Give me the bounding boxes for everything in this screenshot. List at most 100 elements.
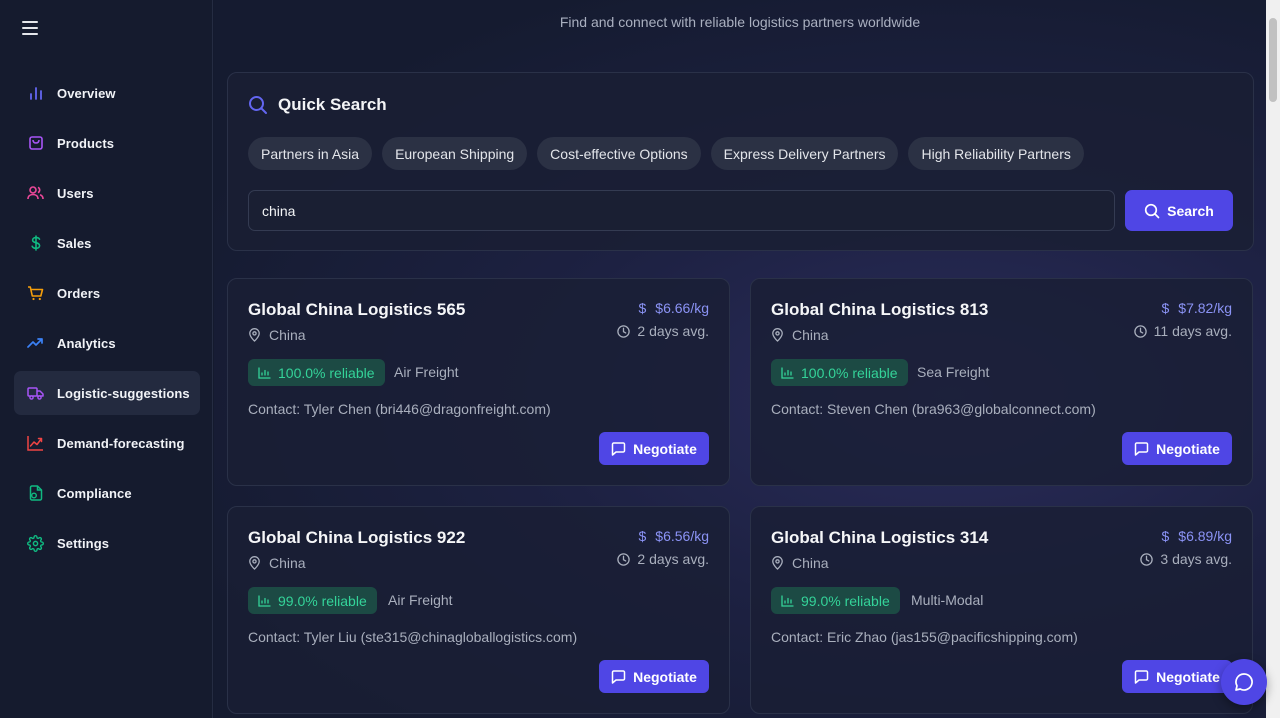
location-label: China [269, 555, 306, 571]
partner-location: China [771, 555, 829, 571]
reliability-label: 100.0% reliable [801, 364, 898, 381]
search-input[interactable] [248, 190, 1115, 231]
negotiate-label: Negotiate [633, 668, 697, 685]
partner-name: Global China Logistics 813 [771, 300, 989, 319]
partner-card: Global China Logistics 314 China $ $6.89… [750, 506, 1253, 714]
partner-eta: 2 days avg. [617, 551, 709, 567]
negotiate-label: Negotiate [633, 440, 697, 457]
message-icon [1134, 441, 1149, 456]
sidebar-item-logistic-suggestions[interactable]: Logistic-suggestions [14, 371, 200, 415]
sidebar-item-orders[interactable]: Orders [14, 271, 200, 315]
negotiate-button[interactable]: Negotiate [1122, 432, 1232, 465]
chip-express-delivery-partners[interactable]: Express Delivery Partners [710, 137, 899, 170]
sidebar-item-analytics[interactable]: Analytics [14, 321, 200, 365]
chip-european-shipping[interactable]: European Shipping [382, 137, 528, 170]
bar-chart-icon [258, 366, 271, 379]
file-check-icon [27, 485, 44, 502]
negotiate-label: Negotiate [1156, 440, 1220, 457]
sidebar-item-compliance[interactable]: Compliance [14, 471, 200, 515]
clock-icon [1133, 324, 1147, 338]
clock-icon [1140, 552, 1154, 566]
search-icon [248, 95, 268, 115]
partner-eta: 3 days avg. [1140, 551, 1232, 567]
partner-contact: Contact: Eric Zhao (jas155@pacificshippi… [771, 629, 1078, 645]
bar-chart-icon [781, 594, 794, 607]
clock-icon [617, 552, 631, 566]
partner-price: $ $6.89/kg [1161, 528, 1232, 544]
chat-bubble-icon [1234, 672, 1254, 692]
message-icon [611, 441, 626, 456]
eta-label: 2 days avg. [637, 323, 709, 339]
chip-high-reliability-partners[interactable]: High Reliability Partners [908, 137, 1084, 170]
map-pin-icon [248, 556, 261, 570]
partner-location: China [248, 327, 306, 343]
sidebar-item-demand-forecasting[interactable]: Demand-forecasting [14, 421, 200, 465]
location-label: China [269, 327, 306, 343]
reliability-badge: 100.0% reliable [248, 359, 385, 386]
chip-cost-effective-options[interactable]: Cost-effective Options [537, 137, 701, 170]
partner-eta: 2 days avg. [617, 323, 709, 339]
sidebar-item-label: Products [57, 135, 115, 151]
bag-icon [27, 135, 44, 152]
sidebar-item-sales[interactable]: Sales [14, 221, 200, 265]
dollar-icon: $ [638, 300, 647, 316]
sidebar-item-overview[interactable]: Overview [14, 71, 200, 115]
truck-icon [27, 385, 44, 402]
partner-card: Global China Logistics 922 China $ $6.56… [227, 506, 730, 714]
partner-contact: Contact: Tyler Liu (ste315@chinagloballo… [248, 629, 578, 645]
scrollbar-thumb[interactable] [1269, 18, 1277, 102]
chat-button[interactable] [1221, 659, 1267, 705]
sidebar-item-label: Logistic-suggestions [57, 385, 190, 401]
negotiate-label: Negotiate [1156, 668, 1220, 685]
page-scrollbar[interactable] [1266, 0, 1280, 718]
sidebar-item-label: Compliance [57, 485, 132, 501]
cart-icon [27, 285, 44, 302]
sidebar-item-label: Demand-forecasting [57, 435, 185, 451]
sidebar-nav: Overview Products Users Sales Orders Ana… [14, 71, 200, 571]
sidebar-item-settings[interactable]: Settings [14, 521, 200, 565]
partner-card: Global China Logistics 565 China $ $6.66… [227, 278, 730, 486]
partner-location: China [771, 327, 829, 343]
eta-label: 3 days avg. [1160, 551, 1232, 567]
search-button-label: Search [1167, 202, 1214, 219]
quick-search-header: Quick Search [248, 95, 387, 115]
sidebar-item-label: Analytics [57, 335, 116, 351]
quick-search-title: Quick Search [278, 95, 387, 114]
partner-name: Global China Logistics 565 [248, 300, 466, 319]
partner-name: Global China Logistics 922 [248, 528, 466, 547]
dollar-icon: $ [638, 528, 647, 544]
sidebar-item-products[interactable]: Products [14, 121, 200, 165]
sidebar: Overview Products Users Sales Orders Ana… [0, 0, 213, 718]
partner-contact: Contact: Tyler Chen (bri446@dragonfreigh… [248, 401, 551, 417]
sidebar-item-users[interactable]: Users [14, 171, 200, 215]
search-button[interactable]: Search [1125, 190, 1233, 231]
negotiate-button[interactable]: Negotiate [599, 660, 709, 693]
location-label: China [792, 327, 829, 343]
partner-card: Global China Logistics 813 China $ $7.82… [750, 278, 1253, 486]
menu-icon[interactable] [22, 21, 38, 35]
reliability-badge: 99.0% reliable [248, 587, 377, 614]
freight-mode: Sea Freight [917, 364, 990, 380]
main-content: Find and connect with reliable logistics… [214, 0, 1266, 718]
quick-search-panel: Quick Search Partners in Asia European S… [227, 72, 1254, 251]
negotiate-button[interactable]: Negotiate [1122, 660, 1232, 693]
map-pin-icon [248, 328, 261, 342]
bar-chart-icon [27, 85, 44, 102]
reliability-badge: 99.0% reliable [771, 587, 900, 614]
chip-partners-in-asia[interactable]: Partners in Asia [248, 137, 373, 170]
partner-price: $ $6.56/kg [638, 528, 709, 544]
dollar-icon: $ [1161, 300, 1170, 316]
partner-name: Global China Logistics 314 [771, 528, 989, 547]
gear-icon [27, 534, 44, 552]
message-icon [611, 669, 626, 684]
price-label: $6.89/kg [1178, 528, 1232, 544]
message-icon [1134, 669, 1149, 684]
sidebar-item-label: Orders [57, 285, 101, 301]
negotiate-button[interactable]: Negotiate [599, 432, 709, 465]
sidebar-item-label: Settings [57, 535, 110, 551]
freight-mode: Multi-Modal [911, 592, 984, 608]
sidebar-item-label: Sales [57, 235, 92, 251]
partner-price: $ $7.82/kg [1161, 300, 1232, 316]
quick-search-chips: Partners in Asia European Shipping Cost-… [248, 137, 1094, 170]
search-icon [1144, 203, 1160, 219]
